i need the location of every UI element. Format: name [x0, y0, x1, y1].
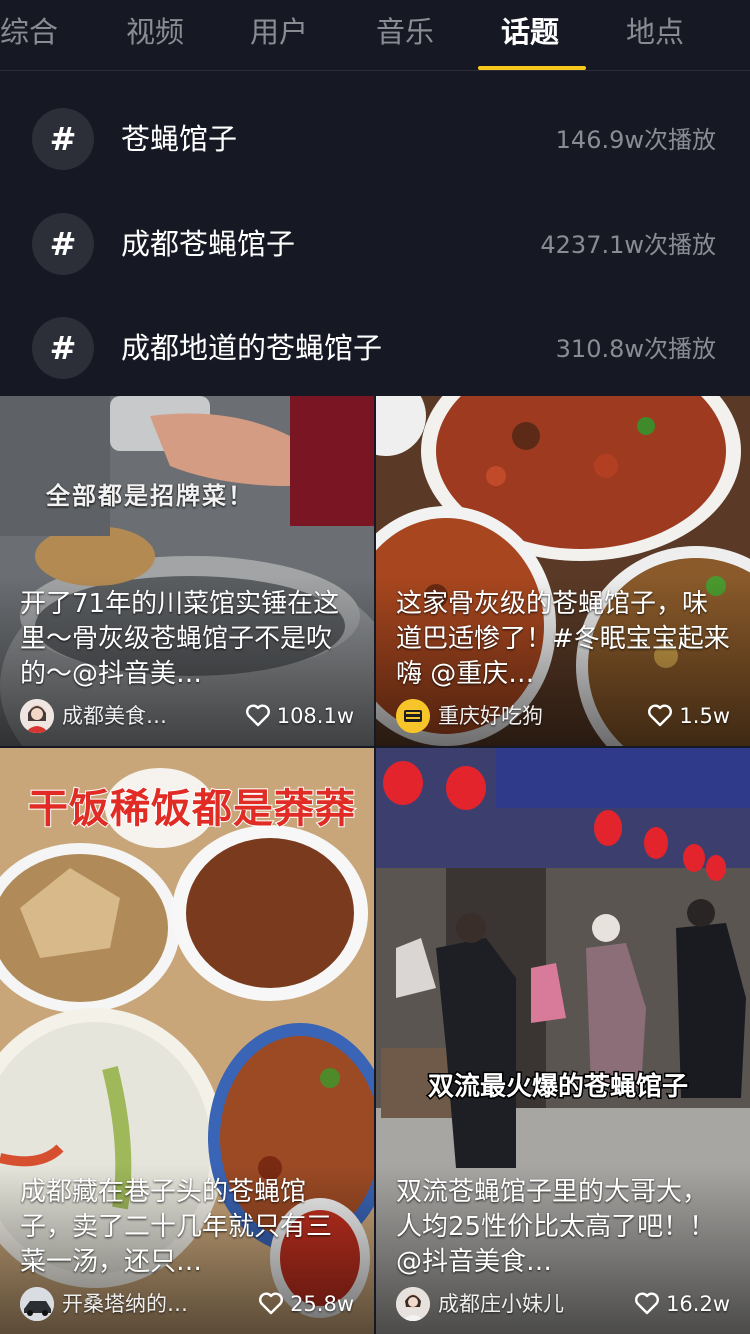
heart-outline-icon — [259, 1292, 284, 1315]
topic-play-count: 146.9w次播放 — [555, 126, 716, 154]
heart-outline-icon — [648, 704, 673, 727]
video-meta: 重庆好吃狗 1.5w — [396, 698, 730, 734]
like-count: 25.8w — [258, 1286, 354, 1322]
author-name[interactable]: 开桑塔纳的… — [62, 1286, 188, 1322]
topic-play-count: 310.8w次播放 — [555, 335, 716, 363]
topic-name: 成都苍蝇馆子 — [121, 227, 296, 261]
like-count: 1.5w — [647, 698, 730, 734]
avatar[interactable] — [396, 699, 430, 733]
topic-name: 苍蝇馆子 — [121, 122, 238, 156]
avatar[interactable] — [396, 1287, 430, 1321]
tab-all[interactable]: 综合 — [0, 10, 58, 54]
tab-locations[interactable]: 地点 — [626, 10, 684, 54]
video-description: 双流苍蝇馆子里的大哥大，人均25性价比太高了吧！！@抖音美食… — [396, 1177, 716, 1277]
video-card[interactable]: 全部都是招牌菜！ 开了71年的川菜馆实锤在这里～骨灰级苍蝇馆子不是吹的～@抖音美… — [0, 396, 374, 746]
topic-item[interactable]: # 成都地道的苍蝇馆子 310.8w次播放 — [0, 296, 750, 400]
video-meta: 开桑塔纳的… 25.8w — [20, 1286, 354, 1322]
video-overlay-caption: 干饭稀饭都是莽莽 — [27, 785, 356, 833]
avatar[interactable] — [20, 1287, 54, 1321]
like-count-value: 25.8w — [290, 1292, 354, 1316]
active-tab-indicator — [478, 66, 586, 70]
topic-item[interactable]: # 苍蝇馆子 146.9w次播放 — [0, 87, 750, 191]
video-card[interactable]: 这家骨灰级的苍蝇馆子，味道巴适惨了！#冬眠宝宝起来嗨 @重庆… 重庆好吃狗 1.… — [376, 396, 750, 746]
video-card[interactable]: 干饭稀饭都是莽莽 成都藏在巷子头的苍蝇馆子，卖了二十几年就只有三菜一汤，还只… … — [0, 748, 374, 1334]
hashtag-icon: # — [32, 317, 94, 379]
topic-item[interactable]: # 成都苍蝇馆子 4237.1w次播放 — [0, 192, 750, 296]
tab-topics[interactable]: 话题 — [501, 10, 559, 54]
like-count: 16.2w — [634, 1286, 730, 1322]
video-description: 这家骨灰级的苍蝇馆子，味道巴适惨了！#冬眠宝宝起来嗨 @重庆… — [396, 589, 730, 689]
like-count-value: 1.5w — [679, 704, 730, 728]
hashtag-icon: # — [32, 108, 94, 170]
video-card[interactable]: 双流最火爆的苍蝇馆子 双流苍蝇馆子里的大哥大，人均25性价比太高了吧！！@抖音美… — [376, 748, 750, 1334]
tab-music[interactable]: 音乐 — [376, 10, 434, 54]
like-count-value: 108.1w — [276, 704, 354, 728]
video-grid: 全部都是招牌菜！ 开了71年的川菜馆实锤在这里～骨灰级苍蝇馆子不是吹的～@抖音美… — [0, 396, 750, 1334]
topic-list: # 苍蝇馆子 146.9w次播放 # 成都苍蝇馆子 4237.1w次播放 # 成… — [0, 71, 750, 396]
heart-outline-icon — [635, 1292, 660, 1315]
tab-users[interactable]: 用户 — [250, 10, 308, 54]
author-name[interactable]: 成都美食… — [62, 698, 167, 734]
video-meta: 成都庄小妹儿 16.2w — [396, 1286, 730, 1322]
video-overlay-caption: 全部都是招牌菜！ — [46, 482, 254, 510]
topic-play-count: 4237.1w次播放 — [540, 231, 716, 259]
video-description: 成都藏在巷子头的苍蝇馆子，卖了二十几年就只有三菜一汤，还只… — [20, 1177, 333, 1277]
like-count: 108.1w — [245, 698, 354, 734]
topic-name: 成都地道的苍蝇馆子 — [121, 331, 383, 365]
tab-videos[interactable]: 视频 — [126, 10, 184, 54]
video-description: 开了71年的川菜馆实锤在这里～骨灰级苍蝇馆子不是吹的～@抖音美… — [20, 589, 340, 689]
like-count-value: 16.2w — [666, 1292, 730, 1316]
author-name[interactable]: 成都庄小妹儿 — [438, 1286, 564, 1322]
video-meta: 成都美食… 108.1w — [20, 698, 354, 734]
video-overlay-caption: 双流最火爆的苍蝇馆子 — [426, 1071, 689, 1104]
heart-outline-icon — [245, 704, 270, 727]
hashtag-icon: # — [32, 213, 94, 275]
author-name[interactable]: 重庆好吃狗 — [438, 698, 543, 734]
avatar[interactable] — [20, 699, 54, 733]
search-result-tabs: 综合 视频 用户 音乐 话题 地点 — [0, 0, 750, 71]
